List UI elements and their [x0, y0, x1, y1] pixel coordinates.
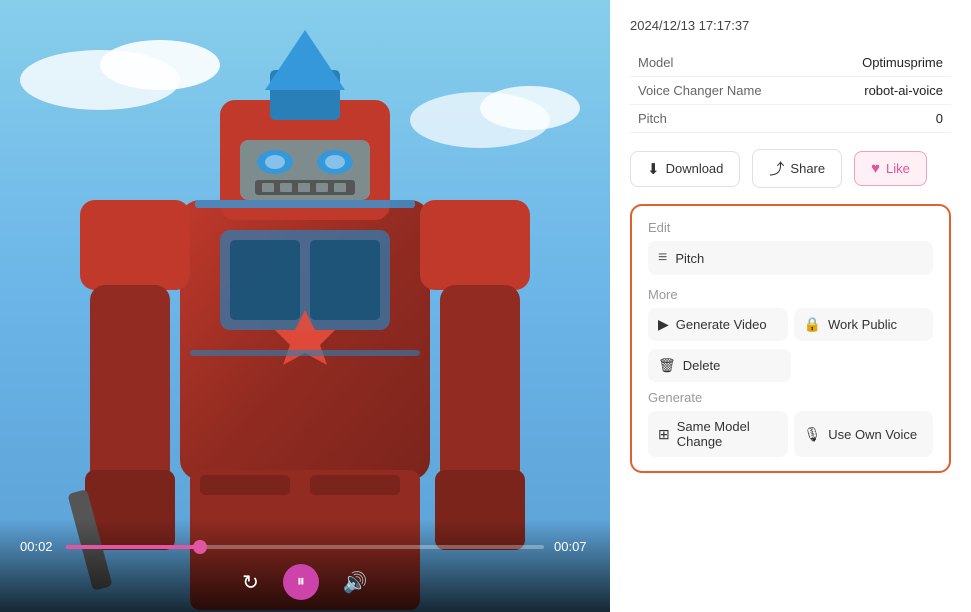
more-grid: ▶ Generate Video 🔒 Work Public [648, 308, 933, 341]
trash-icon: 🗑 [658, 357, 676, 374]
edit-section: Edit ≡ Pitch More ▶ Generate Video 🔒 Wor… [630, 204, 951, 473]
total-time: 00:07 [554, 539, 590, 554]
download-label: Download [666, 161, 724, 176]
pitch-label: Pitch [630, 105, 770, 133]
pitch-lines-icon: ≡ [658, 249, 667, 267]
info-panel: 2024/12/13 17:17:37 Model Optimusprime V… [610, 0, 971, 612]
delete-item[interactable]: 🗑 Delete [648, 349, 791, 382]
more-label: More [648, 287, 933, 302]
voice-changer-row: Voice Changer Name robot-ai-voice [630, 77, 951, 105]
play-pause-button[interactable]: ⏸ [283, 564, 319, 600]
model-change-icon: ⊞ [658, 426, 670, 443]
info-table: Model Optimusprime Voice Changer Name ro… [630, 49, 951, 133]
volume-button[interactable]: 🔊 [339, 566, 372, 599]
media-controls: 00:02 00:07 ↻ ⏸ 🔊 [0, 519, 610, 612]
model-label: Model [630, 49, 770, 77]
work-public-item[interactable]: 🔒 Work Public [794, 308, 934, 341]
use-own-voice-item[interactable]: 🎙 Use Own Voice [794, 411, 934, 457]
like-button[interactable]: ♥ Like [854, 151, 927, 186]
generate-video-label: Generate Video [676, 317, 767, 332]
voice-changer-value: robot-ai-voice [770, 77, 951, 105]
same-model-item[interactable]: ⊞ Same Model Change [648, 411, 788, 457]
pause-icon: ⏸ [297, 573, 305, 591]
edit-label: Edit [648, 220, 933, 235]
same-model-label: Same Model Change [677, 419, 778, 449]
pitch-value: 0 [770, 105, 951, 133]
model-row: Model Optimusprime [630, 49, 951, 77]
playback-controls: ↻ ⏸ 🔊 [20, 564, 590, 600]
download-icon: ⬇ [647, 160, 660, 178]
delete-label: Delete [683, 358, 721, 373]
progress-fill [66, 545, 200, 549]
generate-grid: ⊞ Same Model Change 🎙 Use Own Voice [648, 411, 933, 457]
pitch-row: Pitch 0 [630, 105, 951, 133]
lock-icon: 🔒 [804, 316, 821, 333]
share-label: Share [790, 161, 825, 176]
progress-track[interactable] [66, 545, 544, 549]
action-row: ⬇ Download ⤴ Share ♥ Like [630, 145, 951, 192]
download-button[interactable]: ⬇ Download [630, 151, 740, 187]
video-icon: ▶ [658, 316, 669, 333]
share-icon: ⤴ [769, 158, 784, 179]
progress-bar-area: 00:02 00:07 [20, 539, 590, 554]
pitch-item-label: Pitch [675, 251, 704, 266]
volume-icon: 🔊 [343, 570, 368, 595]
like-label: Like [886, 161, 910, 176]
progress-thumb[interactable] [193, 540, 207, 554]
voice-changer-label: Voice Changer Name [630, 77, 770, 105]
repeat-icon: ↻ [242, 570, 259, 595]
timestamp: 2024/12/13 17:17:37 [630, 18, 951, 33]
share-button[interactable]: ⤴ Share [752, 149, 842, 188]
work-public-label: Work Public [828, 317, 897, 332]
pitch-item[interactable]: ≡ Pitch [648, 241, 933, 275]
generate-video-item[interactable]: ▶ Generate Video [648, 308, 788, 341]
generate-label: Generate [648, 390, 933, 405]
use-own-voice-label: Use Own Voice [828, 427, 917, 442]
model-value: Optimusprime [770, 49, 951, 77]
mic-icon: 🎙 [804, 426, 822, 443]
video-panel: 00:02 00:07 ↻ ⏸ 🔊 [0, 0, 610, 612]
repeat-button[interactable]: ↻ [238, 566, 263, 599]
current-time: 00:02 [20, 539, 56, 554]
heart-icon: ♥ [871, 160, 880, 177]
